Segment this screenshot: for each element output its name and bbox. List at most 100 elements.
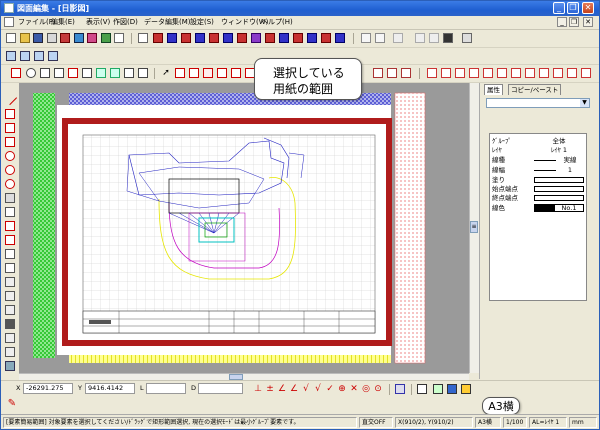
close-button[interactable]: ✕ <box>582 2 594 14</box>
vertical-scroll-thumb[interactable]: ≡ <box>470 221 478 233</box>
snap-c-icon[interactable] <box>455 68 465 78</box>
curve-tool-icon[interactable] <box>5 221 15 231</box>
red-grid-icon[interactable] <box>181 33 191 43</box>
red-mark-icon[interactable] <box>293 33 303 43</box>
y-coord-field[interactable]: 9416.4142 <box>85 383 135 394</box>
ortho-icon[interactable] <box>417 384 427 394</box>
select-element-icon[interactable] <box>203 68 213 78</box>
property-row-fill[interactable]: 塗り <box>490 176 586 185</box>
snap-k-icon[interactable] <box>567 68 577 78</box>
panel-toggle-icon[interactable] <box>447 384 457 394</box>
layer-tool-icon[interactable] <box>5 361 15 371</box>
status-paper-size[interactable]: A3横 <box>475 417 501 428</box>
status-scale[interactable]: 1/100 <box>503 417 527 428</box>
menu-view[interactable]: 表示(V) <box>86 18 110 27</box>
snap-center-icon[interactable]: ⊕ <box>337 384 347 394</box>
property-row-layer[interactable]: ﾚｲﾔ ﾚｲﾔ 1 <box>490 146 586 155</box>
zoom-icon[interactable] <box>26 68 36 78</box>
snap-d-icon[interactable] <box>469 68 479 78</box>
blue-grid-icon[interactable] <box>195 33 205 43</box>
redo-icon[interactable] <box>375 33 385 43</box>
arc-tool-icon[interactable] <box>5 165 15 175</box>
length-field[interactable] <box>146 383 186 394</box>
minimize-button[interactable]: _ <box>553 2 565 14</box>
view-d-icon[interactable] <box>48 51 58 61</box>
property-row-start-endpoint[interactable]: 始点端点 <box>490 185 586 194</box>
select-rect-icon[interactable] <box>175 68 185 78</box>
undo-icon[interactable] <box>361 33 371 43</box>
fill-tool-icon[interactable] <box>5 193 15 203</box>
snap-node-icon[interactable]: ⊙ <box>373 384 383 394</box>
menu-edit[interactable]: 編集(E) <box>51 18 75 27</box>
snap-a-icon[interactable] <box>427 68 437 78</box>
status-grid-xy[interactable]: X(910/2), Y(910/2) <box>395 417 473 428</box>
table-tool-icon[interactable] <box>5 305 15 315</box>
menu-settings[interactable]: 設定(S) <box>190 18 214 27</box>
view-b-icon[interactable] <box>20 51 30 61</box>
property-row-line-width[interactable]: 線幅 1 <box>490 166 586 175</box>
ellipse-tool-icon[interactable] <box>5 179 15 189</box>
copy-icon[interactable] <box>415 33 425 43</box>
status-ortho[interactable]: 直交OFF <box>359 417 393 428</box>
menu-file[interactable]: ファイル(F) <box>18 18 56 27</box>
snap-quadrant-icon[interactable]: ✓ <box>325 384 335 394</box>
select-arrow-icon[interactable]: ➚ <box>161 68 171 78</box>
restore-button[interactable]: ❐ <box>567 2 579 14</box>
image-tool-icon[interactable] <box>5 291 15 301</box>
save-icon[interactable] <box>33 33 43 43</box>
select-group-icon[interactable] <box>217 68 227 78</box>
zoom-in-icon[interactable] <box>96 68 106 78</box>
vertical-scrollbar[interactable]: ≡ <box>469 83 479 373</box>
snap-midpoint-icon[interactable]: ± <box>265 384 275 394</box>
property-row-end-endpoint[interactable]: 終点端点 <box>490 194 586 203</box>
snap-nearest-icon[interactable]: √ <box>313 384 323 394</box>
pen-icon[interactable]: ✎ <box>7 399 17 409</box>
red-tool-icon[interactable] <box>265 33 275 43</box>
snap-circle-icon[interactable]: ◎ <box>361 384 371 394</box>
move-icon[interactable] <box>54 68 64 78</box>
paste-icon[interactable] <box>429 33 439 43</box>
mdi-minimize-button[interactable]: _ <box>557 17 567 27</box>
red-shape-icon[interactable] <box>321 33 331 43</box>
import-icon[interactable] <box>74 33 84 43</box>
snap-h-icon[interactable] <box>525 68 535 78</box>
new-icon[interactable] <box>6 33 16 43</box>
property-row-line-type[interactable]: 線種 実線 <box>490 156 586 165</box>
property-row-group[interactable]: ｸﾞﾙｰﾌﾟ 全体 <box>490 137 586 146</box>
status-unit[interactable]: mm <box>569 417 597 428</box>
snap-e-icon[interactable] <box>483 68 493 78</box>
select-layer-icon[interactable] <box>231 68 241 78</box>
status-active-layer[interactable]: AL=ﾚｲﾔ 1 <box>529 417 567 428</box>
line-tool-icon[interactable] <box>2 90 18 106</box>
block-tool-icon[interactable] <box>5 319 15 329</box>
open-icon[interactable] <box>20 33 30 43</box>
color-icon[interactable] <box>87 33 97 43</box>
page-setup-icon[interactable] <box>138 33 148 43</box>
text-tool-icon[interactable] <box>5 263 15 273</box>
tab-copy-paste[interactable]: コピー/ペースト <box>508 84 562 95</box>
snap-i-icon[interactable] <box>539 68 549 78</box>
distance-field[interactable] <box>198 383 243 394</box>
grid-icon[interactable] <box>138 68 148 78</box>
snap-j-icon[interactable] <box>553 68 563 78</box>
blue-shape-icon[interactable] <box>335 33 345 43</box>
scale-icon[interactable] <box>401 68 411 78</box>
blue-frame-icon[interactable] <box>223 33 233 43</box>
purple-layout-icon[interactable] <box>251 33 261 43</box>
symbol-tool-icon[interactable] <box>5 277 15 287</box>
grid-snap-icon[interactable] <box>395 384 405 394</box>
rotate-icon[interactable] <box>373 68 383 78</box>
mirror-icon[interactable] <box>387 68 397 78</box>
tab-attributes[interactable]: 属性 <box>484 84 503 95</box>
view-c-icon[interactable] <box>34 51 44 61</box>
print-icon[interactable] <box>47 33 57 43</box>
list-tool-icon[interactable] <box>5 347 15 357</box>
snap-b-icon[interactable] <box>441 68 451 78</box>
rect-zoom-icon[interactable] <box>11 68 21 78</box>
tool-icon[interactable] <box>462 33 472 43</box>
mdi-close-button[interactable]: ✕ <box>583 17 593 27</box>
blue-mark-icon[interactable] <box>307 33 317 43</box>
paper-icon[interactable] <box>68 68 78 78</box>
property-row-line-color[interactable]: 線色 No.1 <box>490 204 586 213</box>
layer-icon[interactable] <box>101 33 111 43</box>
